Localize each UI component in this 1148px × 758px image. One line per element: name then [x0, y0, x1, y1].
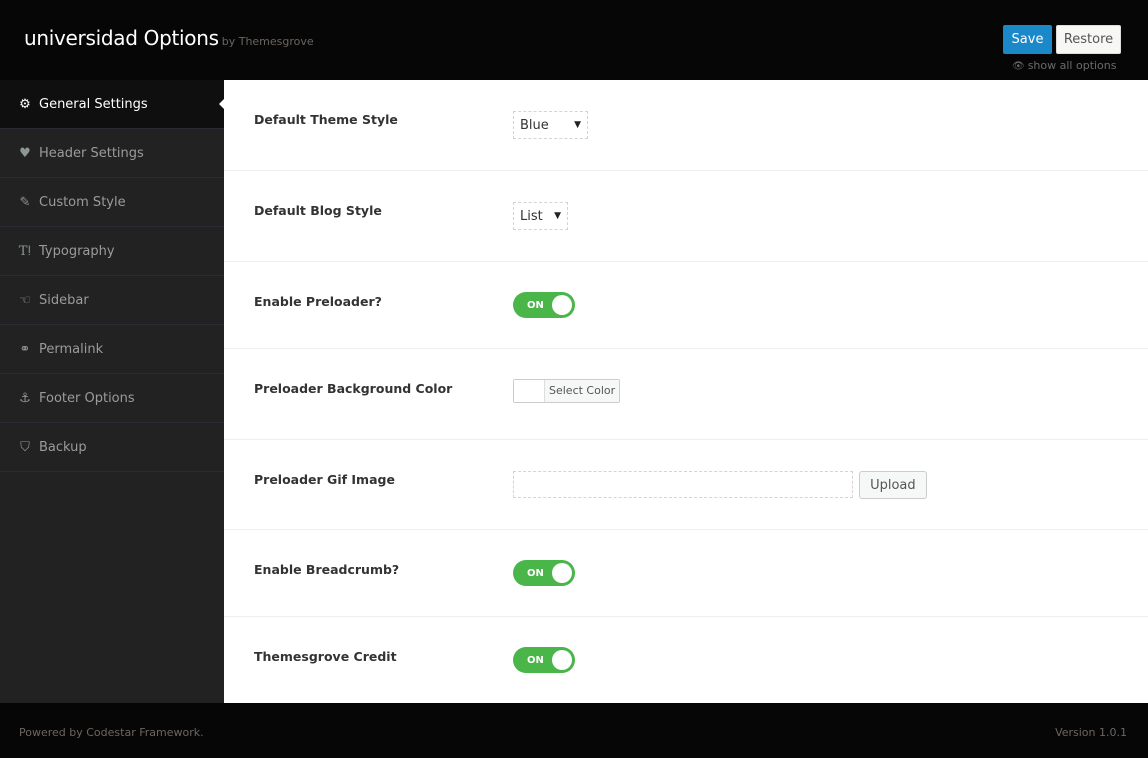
- color-picker[interactable]: Select Color: [513, 379, 621, 403]
- field-row-blog-style: Default Blog Style List ▼: [224, 171, 1148, 262]
- blog-style-select[interactable]: List ▼: [513, 202, 568, 230]
- anchor-icon: ⚓: [19, 390, 31, 406]
- field-label: Default Blog Style: [254, 203, 382, 218]
- sidebar-item-general-settings[interactable]: ⚙ General Settings: [0, 80, 224, 129]
- caret-down-icon: ▼: [554, 211, 561, 221]
- eyedropper-icon: ✎: [19, 194, 31, 210]
- sidebar-item-custom-style[interactable]: ✎ Custom Style: [0, 178, 224, 227]
- select-value: List: [520, 208, 543, 224]
- header: universidad Options by Themesgrove Save R…: [0, 0, 1148, 80]
- sidebar-item-permalink[interactable]: ⚭ Permalink: [0, 325, 224, 374]
- text-height-icon: Tǃ: [18, 243, 32, 259]
- toggle-knob: [552, 295, 572, 315]
- upload-button[interactable]: Upload: [859, 471, 927, 499]
- toggle-state: ON: [527, 299, 544, 311]
- field-label: Themesgrove Credit: [254, 649, 397, 664]
- sidebar-item-label: General Settings: [39, 96, 148, 112]
- page-title: universidad Options by Themesgrove: [24, 26, 314, 50]
- shield-icon: ⛉: [20, 439, 30, 455]
- toggle-state: ON: [527, 567, 544, 579]
- sidebar-item-label: Custom Style: [39, 194, 126, 210]
- sidebar-item-label: Footer Options: [39, 390, 135, 406]
- select-color-button[interactable]: Select Color: [545, 380, 620, 402]
- breadcrumb-toggle[interactable]: ON: [513, 560, 575, 586]
- field-row-preloader-bg: Preloader Background Color Select Color: [224, 349, 1148, 440]
- theme-style-select[interactable]: Blue ▼: [513, 111, 588, 139]
- app-title: universidad Options: [24, 26, 219, 50]
- select-value: Blue: [520, 117, 549, 133]
- show-all-label: show all options: [1027, 59, 1117, 72]
- field-label: Preloader Background Color: [254, 381, 453, 396]
- credit-toggle[interactable]: ON: [513, 647, 575, 673]
- field-label: Preloader Gif Image: [254, 472, 395, 487]
- show-all-options-link[interactable]: 👁 show all options: [1012, 59, 1117, 72]
- version-text: Version 1.0.1: [1055, 726, 1127, 739]
- toggle-knob: [552, 650, 572, 670]
- gif-url-input[interactable]: [513, 471, 853, 498]
- sidebar-item-header-settings[interactable]: ♥ Header Settings: [0, 129, 224, 178]
- sidebar-item-label: Sidebar: [39, 292, 89, 308]
- footer: Powered by Codestar Framework. Version 1…: [0, 703, 1148, 758]
- field-row-theme-style: Default Theme Style Blue ▼: [224, 80, 1148, 171]
- author-label: by Themesgrove: [221, 35, 314, 48]
- field-label: Enable Preloader?: [254, 294, 382, 309]
- link-icon: ⚭: [19, 341, 31, 357]
- sidebar-item-footer-options[interactable]: ⚓ Footer Options: [0, 374, 224, 423]
- color-swatch: [514, 380, 545, 402]
- sidebar-item-label: Typography: [39, 243, 115, 259]
- restore-button[interactable]: Restore: [1056, 25, 1121, 54]
- save-button[interactable]: Save: [1003, 25, 1052, 54]
- sidebar-item-sidebar[interactable]: ☜ Sidebar: [0, 276, 224, 325]
- preloader-toggle[interactable]: ON: [513, 292, 575, 318]
- caret-down-icon: ▼: [574, 120, 581, 130]
- sidebar-item-typography[interactable]: Tǃ Typography: [0, 227, 224, 276]
- field-row-breadcrumb: Enable Breadcrumb? ON: [224, 530, 1148, 617]
- powered-by-text: Powered by Codestar Framework.: [19, 726, 204, 739]
- field-label: Default Theme Style: [254, 112, 398, 127]
- eye-slash-icon: 👁: [1012, 61, 1025, 72]
- field-row-preloader-gif: Preloader Gif Image Upload: [224, 440, 1148, 530]
- field-row-credit: Themesgrove Credit ON: [224, 617, 1148, 703]
- sidebar-item-label: Backup: [39, 439, 87, 455]
- field-row-preloader: Enable Preloader? ON: [224, 262, 1148, 349]
- sidebar-item-label: Header Settings: [39, 145, 144, 161]
- toggle-state: ON: [527, 654, 544, 666]
- sidebar-item-backup[interactable]: ⛉ Backup: [0, 423, 224, 472]
- sidebar: ⚙ General Settings ♥ Header Settings ✎ C…: [0, 80, 224, 703]
- toggle-knob: [552, 563, 572, 583]
- heart-icon: ♥: [19, 145, 31, 161]
- sidebar-item-label: Permalink: [39, 341, 104, 357]
- hand-paper-icon: ☜: [19, 292, 31, 308]
- settings-panel: Default Theme Style Blue ▼ Default Blog …: [224, 80, 1148, 703]
- field-label: Enable Breadcrumb?: [254, 562, 400, 577]
- gears-icon: ⚙: [19, 96, 31, 112]
